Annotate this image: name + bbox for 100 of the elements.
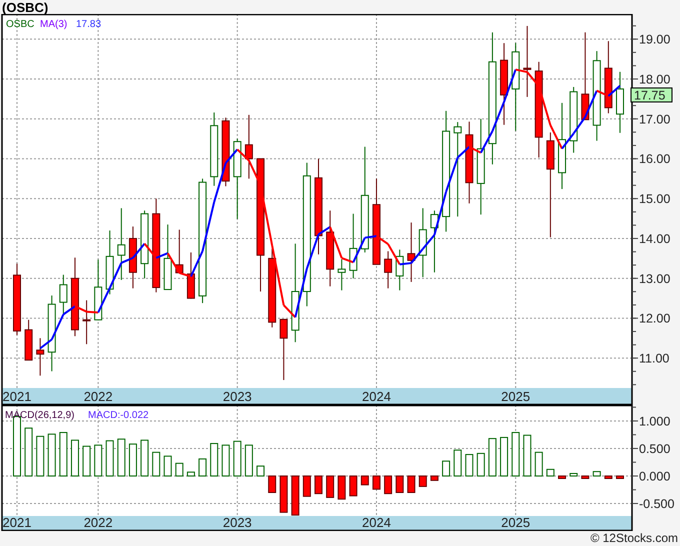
macd-bar bbox=[523, 434, 532, 476]
macd-bar bbox=[152, 452, 160, 476]
macd-bar bbox=[604, 476, 612, 479]
axis-label: 2022 bbox=[84, 389, 113, 404]
macd-bar bbox=[210, 443, 218, 476]
candlestick bbox=[384, 250, 392, 289]
axis-label: 15.00 bbox=[639, 192, 670, 206]
macd-bar bbox=[558, 476, 566, 479]
candlestick bbox=[24, 319, 33, 361]
axis-label: 16.00 bbox=[639, 152, 670, 166]
axis-label: 14.00 bbox=[639, 232, 670, 246]
macd-bar bbox=[140, 440, 149, 476]
axis-label: 2024 bbox=[362, 515, 391, 530]
axis-label: 2021 bbox=[2, 389, 32, 404]
axis-label: 2023 bbox=[222, 515, 252, 530]
candlestick bbox=[407, 222, 416, 282]
chart-title: (OSBC) bbox=[2, 0, 48, 14]
axis-label: 2025 bbox=[501, 389, 530, 404]
macd-bar bbox=[360, 476, 369, 486]
macd-bar bbox=[430, 476, 438, 481]
axis-label: 12.00 bbox=[639, 312, 670, 326]
macd-bar bbox=[570, 473, 578, 476]
macd-bar bbox=[117, 438, 126, 476]
axis-label: 13.00 bbox=[639, 272, 670, 286]
macd-bar bbox=[592, 471, 601, 476]
candlestick bbox=[430, 210, 438, 273]
candlestick bbox=[94, 259, 102, 321]
axis-label: 18.00 bbox=[639, 72, 670, 86]
axis-label: 0.000 bbox=[639, 470, 670, 484]
macd-bar bbox=[396, 476, 404, 493]
candlestick bbox=[616, 71, 624, 134]
macd-bar bbox=[291, 476, 300, 516]
macd-bar bbox=[222, 444, 230, 476]
candlestick bbox=[222, 117, 230, 187]
candlestick bbox=[82, 300, 91, 345]
axis-label: 1.000 bbox=[639, 414, 670, 428]
macd-bar bbox=[546, 468, 554, 476]
macd-bar bbox=[198, 458, 207, 476]
macd-bar bbox=[338, 476, 346, 500]
macd-bar bbox=[442, 460, 450, 476]
macd-bar bbox=[94, 444, 102, 476]
macd-bar bbox=[48, 434, 56, 476]
axis-label: 2021 bbox=[2, 515, 32, 530]
legend-label: 17.83 bbox=[76, 19, 102, 30]
legend-label: MACD:-0.022 bbox=[88, 410, 149, 421]
candlestick bbox=[349, 213, 358, 279]
macd-bar bbox=[302, 476, 311, 497]
macd-bar bbox=[384, 476, 392, 494]
macd-bar bbox=[488, 438, 496, 476]
macd-bar bbox=[268, 476, 276, 493]
macd-bar bbox=[256, 466, 265, 476]
macd-bar bbox=[24, 428, 33, 476]
candlestick bbox=[244, 114, 253, 180]
legend-label: MA(3) bbox=[40, 19, 68, 30]
candlestick bbox=[164, 224, 172, 290]
macd-bar bbox=[476, 452, 485, 476]
macd-bar bbox=[326, 476, 334, 498]
macd-bar bbox=[128, 444, 137, 476]
candlestick bbox=[36, 338, 44, 376]
candlestick bbox=[175, 229, 184, 274]
candlestick bbox=[106, 230, 114, 295]
candlestick bbox=[570, 86, 578, 154]
macd-bar bbox=[454, 450, 462, 476]
macd-bar bbox=[465, 454, 474, 476]
macd-bar bbox=[36, 436, 44, 476]
macd-bar bbox=[280, 476, 288, 513]
axis-label: 2023 bbox=[222, 389, 252, 404]
axis-label: 2022 bbox=[84, 515, 113, 530]
macd-bar bbox=[581, 476, 590, 479]
candlestick bbox=[128, 226, 137, 289]
macd-bar bbox=[186, 472, 195, 476]
credit-text: © 12Stocks.com bbox=[590, 531, 678, 546]
last-price-tag: 17.75 bbox=[630, 87, 672, 102]
candlestick bbox=[396, 249, 404, 291]
macd-bar bbox=[106, 440, 114, 476]
candlestick bbox=[418, 208, 427, 278]
macd-bar bbox=[500, 436, 508, 476]
candlestick bbox=[140, 210, 149, 279]
axis-label: 2025 bbox=[501, 515, 530, 530]
macd-bar bbox=[70, 440, 79, 476]
legend-label: MACD(26,12,9) bbox=[5, 410, 74, 421]
macd-bar bbox=[175, 462, 184, 476]
axis-label: 0.500 bbox=[639, 442, 670, 456]
macd-bar bbox=[82, 446, 91, 476]
macd-bar bbox=[314, 476, 322, 494]
macd-bar bbox=[59, 432, 68, 476]
macd-bar bbox=[372, 476, 380, 490]
axis-label: -0.500 bbox=[639, 497, 674, 511]
macd-bar bbox=[616, 476, 624, 479]
candlestick bbox=[338, 258, 346, 291]
axis-label: 2024 bbox=[362, 389, 391, 404]
macd-bar bbox=[233, 440, 242, 476]
axis-label: 11.00 bbox=[639, 352, 670, 366]
macd-bar bbox=[244, 444, 253, 476]
candlestick bbox=[280, 318, 288, 381]
macd-bar bbox=[349, 476, 358, 496]
candlestick bbox=[186, 252, 195, 300]
axis-label: 19.00 bbox=[639, 32, 670, 47]
axis-label: 17.00 bbox=[639, 112, 670, 126]
macd-bar bbox=[512, 432, 520, 476]
